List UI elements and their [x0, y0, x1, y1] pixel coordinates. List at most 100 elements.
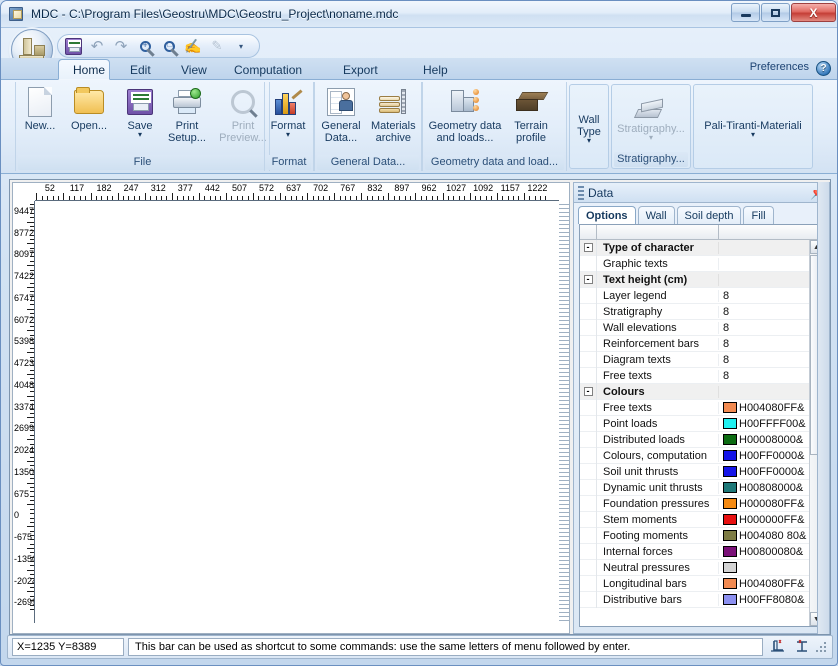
collapse-icon[interactable]: -	[583, 275, 593, 284]
property-category-row[interactable]: - Colours	[580, 383, 809, 400]
expander-cell[interactable]: -	[580, 383, 597, 400]
tab-view[interactable]: View	[167, 59, 221, 80]
property-row[interactable]: Wall elevations 8	[580, 319, 809, 336]
colour-swatch[interactable]	[723, 498, 737, 509]
property-value[interactable]	[719, 562, 809, 573]
wall-type-button[interactable]: Wall Type ▾	[571, 110, 607, 145]
property-value[interactable]: 8	[719, 290, 809, 302]
property-row[interactable]: Point loads H00FFFF00&	[580, 415, 809, 432]
property-row[interactable]: Soil unit thrusts H00FF0000&	[580, 463, 809, 480]
property-value[interactable]: H00008000&	[719, 434, 809, 446]
property-row[interactable]: Graphic texts	[580, 255, 809, 272]
tab-help[interactable]: Help	[409, 59, 462, 80]
property-row[interactable]: Free texts 8	[580, 367, 809, 384]
property-row[interactable]: Layer legend 8	[580, 287, 809, 304]
property-row[interactable]: Free texts H004080FF&	[580, 399, 809, 416]
tab-computation[interactable]: Computation	[220, 59, 316, 80]
colour-swatch[interactable]	[723, 418, 737, 429]
property-row[interactable]: Footing moments H004080 80&	[580, 527, 809, 544]
open-button[interactable]: Open...	[64, 82, 114, 132]
panel-drag-grip[interactable]	[578, 185, 584, 200]
tab-options[interactable]: Options	[578, 206, 636, 224]
help-icon[interactable]: ?	[816, 61, 831, 76]
expander-cell[interactable]: -	[580, 271, 597, 288]
geometry-data-and-loads-button[interactable]: Geometry data and loads...	[423, 82, 507, 144]
property-value[interactable]: H000000FF&	[719, 514, 809, 526]
new-button[interactable]: New...	[16, 82, 64, 132]
minimize-button[interactable]	[731, 3, 760, 22]
property-row[interactable]: Distributed loads H00008000&	[580, 431, 809, 448]
property-row[interactable]: Colours, computation H00FF0000&	[580, 447, 809, 464]
property-row[interactable]: Dynamic unit thrusts H00808000&	[580, 479, 809, 496]
property-row[interactable]: Stratigraphy 8	[580, 303, 809, 320]
colour-swatch[interactable]	[723, 450, 737, 461]
property-value[interactable]: 8	[719, 306, 809, 318]
column-section-icon[interactable]	[791, 638, 813, 656]
wall-type-caret-icon[interactable]: ▾	[587, 137, 591, 145]
property-row[interactable]: Internal forces H00800080&	[580, 543, 809, 560]
colour-swatch[interactable]	[723, 562, 737, 573]
general-data-button[interactable]: General Data...	[315, 82, 367, 144]
property-value[interactable]: H004080FF&	[719, 402, 809, 414]
qat-customize-caret-icon[interactable]: ▾	[230, 36, 252, 56]
colour-swatch[interactable]	[723, 578, 737, 589]
property-row[interactable]: Diagram texts 8	[580, 351, 809, 368]
colour-swatch[interactable]	[723, 594, 737, 605]
qat-zoom-page-icon[interactable]: □	[158, 36, 180, 56]
colour-swatch[interactable]	[723, 402, 737, 413]
drawing-canvas[interactable]	[36, 202, 559, 623]
qat-zoom-in-icon[interactable]: +	[134, 36, 156, 56]
qat-pan-hand-icon[interactable]: ✍	[182, 36, 204, 56]
property-row[interactable]: Distributive bars H00FF8080&	[580, 591, 809, 608]
format-caret-icon[interactable]: ▾	[286, 131, 290, 139]
pali-tiranti-caret-icon[interactable]: ▾	[751, 131, 755, 139]
colour-swatch[interactable]	[723, 434, 737, 445]
property-value[interactable]: 8	[719, 322, 809, 334]
print-setup-button[interactable]: Print Setup...	[160, 82, 214, 144]
wall-section-icon[interactable]	[767, 638, 789, 656]
materials-archive-button[interactable]: Materials archive	[367, 82, 420, 144]
qat-fill-icon[interactable]: ✎	[206, 36, 228, 56]
preferences-link[interactable]: Preferences	[750, 61, 809, 73]
expander-cell[interactable]: -	[580, 240, 597, 256]
maximize-button[interactable]	[761, 3, 790, 22]
command-hint-input[interactable]: This bar can be used as shortcut to some…	[128, 638, 763, 656]
resize-grip[interactable]	[815, 640, 829, 654]
stratigraphy-button[interactable]: Stratigraphy... ▾	[613, 85, 689, 142]
stratigraphy-caret-icon[interactable]: ▾	[649, 134, 653, 142]
colour-swatch[interactable]	[723, 546, 737, 557]
property-value[interactable]: H00800080&	[719, 546, 809, 558]
property-row[interactable]: Foundation pressures H000080FF&	[580, 495, 809, 512]
property-value[interactable]: H00FF0000&	[719, 450, 809, 462]
tab-fill[interactable]: Fill	[743, 206, 774, 224]
property-value[interactable]: 8	[719, 338, 809, 350]
terrain-profile-button[interactable]: Terrain profile	[507, 82, 555, 144]
save-button[interactable]: Save ▾	[120, 82, 160, 139]
tab-home[interactable]: Home	[58, 59, 110, 80]
qat-redo-icon[interactable]: ↷	[110, 36, 132, 56]
colour-swatch[interactable]	[723, 482, 737, 493]
close-button[interactable]: X	[791, 3, 836, 22]
tab-export[interactable]: Export	[329, 59, 392, 80]
property-value[interactable]: H00FF8080&	[719, 594, 809, 606]
drawing-document[interactable]: 52 117 182 247 312 377 442 507 572 637 702 767 832 89…	[12, 182, 570, 634]
property-value[interactable]: H004080FF&	[719, 578, 809, 590]
qat-undo-icon[interactable]: ↶	[86, 36, 108, 56]
save-caret-icon[interactable]: ▾	[138, 131, 142, 139]
colour-swatch[interactable]	[723, 466, 737, 477]
property-category-row[interactable]: - Type of character	[580, 240, 809, 256]
property-value[interactable]: 8	[719, 370, 809, 382]
collapse-icon[interactable]: -	[583, 243, 593, 252]
property-value[interactable]: H00FFFF00&	[719, 418, 809, 430]
property-row[interactable]: Neutral pressures	[580, 559, 809, 576]
property-value[interactable]: H004080 80&	[719, 530, 809, 542]
document-horizontal-scrollbar[interactable]	[35, 623, 559, 633]
property-value[interactable]: H00808000&	[719, 482, 809, 494]
colour-swatch[interactable]	[723, 530, 737, 541]
colour-swatch[interactable]	[723, 514, 737, 525]
property-row[interactable]: Stem moments H000000FF&	[580, 511, 809, 528]
tab-wall[interactable]: Wall	[637, 206, 675, 224]
property-row[interactable]: Reinforcement bars 8	[580, 335, 809, 352]
property-value[interactable]: H00FF0000&	[719, 466, 809, 478]
collapse-icon[interactable]: -	[583, 387, 593, 396]
